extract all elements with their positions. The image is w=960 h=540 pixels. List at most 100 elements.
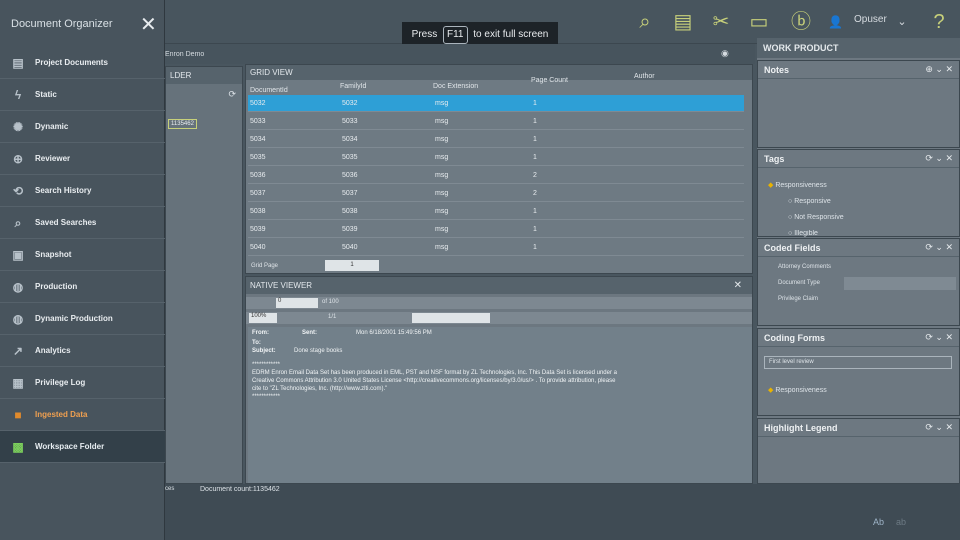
table-row[interactable]: 5038 5038 msg 1	[248, 203, 744, 220]
log-icon: ▦	[12, 376, 24, 390]
table-cell: 1	[533, 226, 537, 233]
sidebar-item-analytics[interactable]: ↗ Analytics	[0, 335, 165, 367]
sidebar-item-saved-searches[interactable]: ⌕ Saved Searches	[0, 207, 165, 239]
reviewer-icon: ⊕	[12, 152, 24, 166]
table-cell: 1	[533, 136, 537, 143]
saved-search-icon: ⌕	[14, 216, 22, 230]
ab-toggle[interactable]: Ab	[873, 517, 884, 527]
coded-controls[interactable]: ⟳ ⌄ ✕	[925, 242, 953, 253]
refresh-icon[interactable]: ⟳	[228, 89, 236, 100]
sidebar-item-workspace-folder[interactable]: ▩ Workspace Folder	[0, 431, 165, 463]
col-documentid[interactable]: DocumentId	[250, 87, 288, 94]
table-cell: 5039	[342, 226, 358, 233]
battery-icon[interactable]: ▭	[746, 9, 772, 35]
document-body: From: Sent: Mon 6/18/2001 15:49:56 PM To…	[248, 327, 752, 483]
sidebar-item-reviewer[interactable]: ⊕ Reviewer	[0, 143, 165, 175]
table-row[interactable]: 5037 5037 msg 2	[248, 185, 744, 202]
table-cell: 2	[533, 172, 537, 179]
grid-title: GRID VIEW	[250, 68, 293, 77]
coding-group-label: Responsiveness	[775, 387, 827, 394]
sidebar-item-label: Workspace Folder	[35, 442, 105, 451]
sidebar-item-search-history[interactable]: ⟲ Search History	[0, 175, 165, 207]
folder-icon: ■	[14, 408, 22, 422]
table-cell: 5036	[250, 172, 266, 179]
coding-form-select[interactable]: First level review	[764, 356, 952, 369]
sidebar-title: Document Organizer	[11, 18, 113, 30]
table-cell: 5037	[342, 190, 358, 197]
ab-lower-toggle[interactable]: ab	[896, 517, 906, 527]
work-product-header: WORK PRODUCT	[757, 38, 960, 58]
col-doc-extension[interactable]: Doc Extension	[433, 83, 478, 90]
eye-icon[interactable]: ◉	[721, 48, 729, 59]
search-icon[interactable]: ⌕	[632, 9, 658, 35]
col-familyid[interactable]: FamilyId	[340, 83, 366, 90]
table-row[interactable]: 5039 5039 msg 1	[248, 221, 744, 238]
field-privilege-claim[interactable]: Privilege Claim	[778, 296, 818, 302]
separator-top: ************	[252, 362, 281, 368]
table-row[interactable]: 5040 5040 msg 1	[248, 239, 744, 256]
table-cell: 1	[533, 118, 537, 125]
document-organizer-sidebar: Document Organizer ✕ ▤ Project Documents ϟ…	[0, 0, 165, 540]
document-count: Document count:1135462	[200, 486, 280, 493]
documents-icon: ▤	[12, 56, 24, 70]
col-author[interactable]: Author	[634, 73, 655, 80]
tag-group-label: Responsiveness	[775, 182, 827, 189]
table-cell: 2	[533, 190, 537, 197]
sidebar-item-production[interactable]: ◍ Production	[0, 271, 165, 303]
sidebar-item-project-documents[interactable]: ▤ Project Documents	[0, 47, 165, 79]
viewer-header: NATIVE VIEWER ✕	[246, 277, 752, 294]
document-type-select[interactable]	[844, 277, 956, 290]
folder-node[interactable]: 1135462	[168, 119, 197, 129]
chevron-down-icon[interactable]: ⌄	[889, 9, 915, 35]
sidebar-item-label: Privilege Log	[35, 378, 86, 387]
sidebar-item-label: Search History	[35, 186, 92, 195]
case-name: Enron Demo	[165, 51, 205, 58]
table-row[interactable]: 5036 5036 msg 2	[248, 167, 744, 184]
sidebar-item-dynamic-production[interactable]: ◍ Dynamic Production	[0, 303, 165, 335]
coding-controls[interactable]: ⟳ ⌄ ✕	[925, 332, 953, 343]
page-total: /1	[369, 263, 375, 269]
notes-controls[interactable]: ⊕ ⌄ ✕	[925, 64, 953, 75]
hint-key: F11	[443, 26, 468, 44]
hint-rest: to exit full screen	[473, 29, 549, 40]
table-cell: 5034	[342, 136, 358, 143]
lightning-icon: ϟ	[14, 88, 22, 102]
table-row[interactable]: 5034 5034 msg 1	[248, 131, 744, 148]
sidebar-item-dynamic[interactable]: ✺ Dynamic	[0, 111, 165, 143]
table-cell: msg	[435, 208, 449, 215]
brand-b-icon[interactable]: ⓑ	[788, 9, 814, 35]
tag-group[interactable]: ◆ Responsiveness	[768, 181, 827, 189]
sidebar-item-label: Saved Searches	[35, 218, 97, 227]
sidebar-item-snapshot[interactable]: ▣ Snapshot	[0, 239, 165, 271]
sidebar-item-privilege-log[interactable]: ▦ Privilege Log	[0, 367, 165, 399]
table-row[interactable]: 5032 5032 msg 1	[248, 95, 744, 112]
table-cell: msg	[435, 118, 449, 125]
tags-section: Tags ⟳ ⌄ ✕ ◆ Responsiveness ○ Responsive…	[757, 149, 960, 237]
sidebar-item-ingested-data[interactable]: ■ Ingested Data	[0, 399, 165, 431]
grid-pager: Grid Page 1 /1	[245, 259, 753, 274]
coding-group[interactable]: ◆ Responsiveness	[768, 386, 827, 394]
close-icon[interactable]: ✕	[140, 12, 157, 37]
legend-controls[interactable]: ⟳ ⌄ ✕	[925, 422, 953, 433]
layout-icon[interactable]: ▤	[670, 9, 696, 35]
zoom-select[interactable]: 100%	[249, 313, 277, 323]
crumb-1[interactable]: ces	[165, 486, 174, 492]
viewer-page-input[interactable]: 0	[276, 298, 318, 308]
table-row[interactable]: 5033 5033 msg 1	[248, 113, 744, 130]
viewer-search-input[interactable]	[412, 313, 490, 323]
tag-responsive[interactable]: ○ Responsive	[788, 198, 831, 205]
close-icon[interactable]: ✕	[734, 277, 742, 294]
tag-illegible[interactable]: ○ Illegible	[788, 230, 818, 237]
field-document-type[interactable]: Document Type	[778, 280, 820, 286]
tag-responsive-label: Responsive	[794, 198, 831, 205]
tools-icon[interactable]: ✂	[708, 9, 734, 35]
sidebar-item-static[interactable]: ϟ Static	[0, 79, 165, 111]
user-name[interactable]: Opuser	[854, 14, 887, 25]
col-page-count[interactable]: Page Count	[531, 77, 568, 84]
help-icon[interactable]: ?	[926, 9, 952, 35]
tags-controls[interactable]: ⟳ ⌄ ✕	[925, 153, 953, 164]
field-attorney-comments[interactable]: Attorney Comments	[778, 264, 831, 270]
tag-not-responsive[interactable]: ○ Not Responsive	[788, 214, 844, 221]
table-cell: 1	[533, 208, 537, 215]
table-row[interactable]: 5035 5035 msg 1	[248, 149, 744, 166]
